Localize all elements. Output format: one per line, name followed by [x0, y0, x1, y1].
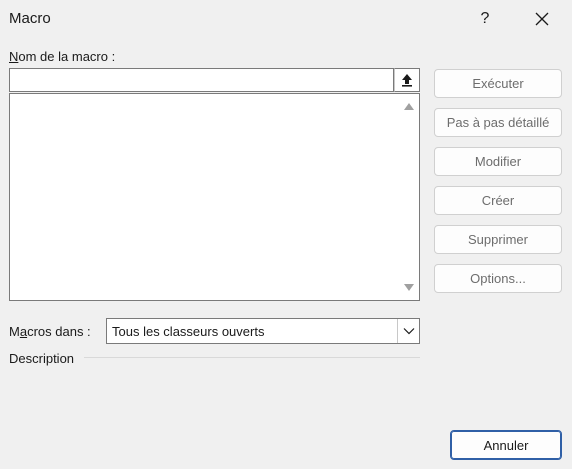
edit-button[interactable]: Modifier — [434, 147, 562, 176]
chevron-down-icon — [403, 328, 414, 335]
macros-in-label: Macros dans : — [9, 324, 91, 339]
options-button[interactable]: Options... — [434, 264, 562, 293]
help-button[interactable]: ? — [470, 6, 500, 32]
scroll-up-arrow-icon[interactable] — [404, 103, 414, 110]
step-into-button[interactable]: Pas à pas détaillé — [434, 108, 562, 137]
upload-arrow-icon — [402, 74, 412, 87]
macro-name-label: Nom de la macro : — [9, 49, 116, 64]
run-button[interactable]: Exécuter — [434, 69, 562, 98]
macros-in-select[interactable]: Tous les classeurs ouverts — [106, 318, 420, 344]
delete-button[interactable]: Supprimer — [434, 225, 562, 254]
macros-in-value: Tous les classeurs ouverts — [112, 324, 265, 339]
scroll-down-arrow-icon[interactable] — [404, 284, 414, 291]
dropdown-button[interactable] — [397, 319, 419, 343]
description-divider — [84, 357, 420, 358]
select-macro-button[interactable] — [394, 68, 420, 92]
title-bar: Macro ? — [0, 0, 572, 38]
close-icon — [535, 12, 549, 26]
create-button[interactable]: Créer — [434, 186, 562, 215]
macro-list[interactable] — [9, 93, 420, 301]
close-button[interactable] — [526, 5, 558, 33]
macro-name-input[interactable] — [9, 68, 394, 92]
cancel-button[interactable]: Annuler — [450, 430, 562, 460]
list-scrollbar[interactable] — [399, 94, 419, 300]
window-title: Macro — [9, 10, 51, 27]
description-label: Description — [9, 351, 75, 366]
